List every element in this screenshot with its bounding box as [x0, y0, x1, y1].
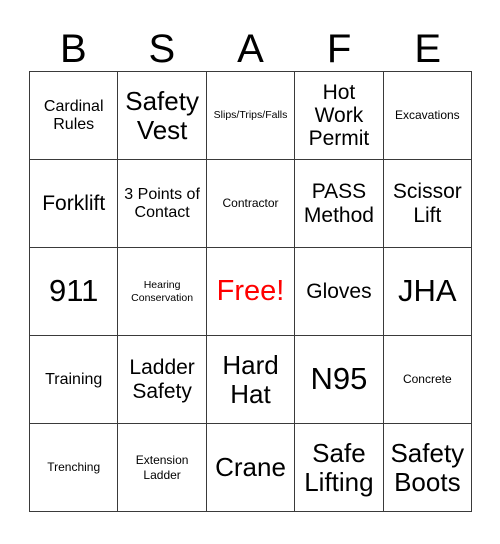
- bingo-cell[interactable]: Gloves: [295, 248, 384, 336]
- bingo-cell-label: Scissor Lift: [392, 180, 462, 227]
- bingo-cell-label: Crane: [215, 452, 286, 483]
- bingo-cell[interactable]: Concrete: [383, 336, 473, 424]
- bingo-cell-label: JHA: [398, 273, 457, 309]
- bingo-cell[interactable]: Training: [30, 336, 119, 424]
- bingo-cell[interactable]: Forklift: [30, 160, 119, 248]
- bingo-cell-label: Safety Boots: [390, 438, 465, 497]
- bingo-row: Trenching Extension Ladder Crane Safe Li…: [30, 424, 473, 512]
- bingo-cell-label: Safe Lifting: [304, 438, 374, 497]
- bingo-cell-label: N95: [310, 361, 368, 397]
- bingo-cell-label: Excavations: [394, 108, 460, 123]
- bingo-cell-label: Forklift: [42, 191, 106, 215]
- bingo-row: Cardinal Rules Safety Vest Slips/Trips/F…: [30, 72, 473, 160]
- bingo-cell[interactable]: Crane: [206, 424, 296, 512]
- bingo-cell-label: Extension Ladder: [135, 453, 189, 482]
- bingo-header-letter-f: F: [326, 27, 352, 71]
- bingo-cell-label: Ladder Safety: [129, 356, 195, 403]
- bingo-cell-label: Concrete: [402, 372, 452, 387]
- bingo-header-letter-e: E: [414, 27, 442, 71]
- bingo-cell-label: 911: [48, 273, 99, 309]
- bingo-cell[interactable]: PASS Method: [295, 160, 384, 248]
- bingo-cell[interactable]: Contractor: [206, 160, 296, 248]
- bingo-cell[interactable]: Hearing Conservation: [118, 248, 207, 336]
- bingo-row: Forklift 3 Points of Contact Contractor …: [30, 160, 473, 248]
- bingo-cell-label: Gloves: [306, 279, 372, 303]
- bingo-cell-label: Hot Work Permit: [308, 80, 370, 151]
- bingo-cell[interactable]: 3 Points of Contact: [118, 160, 207, 248]
- bingo-cell-label: Contractor: [222, 196, 279, 211]
- bingo-row: 911 Hearing Conservation Free! Gloves JH…: [30, 248, 473, 336]
- bingo-cell-label: PASS Method: [303, 180, 374, 227]
- bingo-cell-label: Training: [45, 370, 103, 388]
- bingo-cell[interactable]: Hard Hat: [206, 336, 296, 424]
- bingo-cell-label: Trenching: [47, 460, 101, 475]
- bingo-cell[interactable]: Hot Work Permit: [295, 72, 384, 160]
- bingo-cell[interactable]: JHA: [383, 248, 473, 336]
- bingo-card: B S A F E Cardinal Rules Safety Vest Sli…: [29, 18, 473, 512]
- bingo-header-letter-a: A: [237, 27, 264, 71]
- bingo-grid: Cardinal Rules Safety Vest Slips/Trips/F…: [29, 71, 473, 512]
- bingo-cell[interactable]: 911: [30, 248, 119, 336]
- bingo-header-row: B S A F E: [29, 18, 472, 71]
- bingo-header-letter-b: B: [59, 27, 87, 71]
- bingo-row: Training Ladder Safety Hard Hat N95 Conc…: [30, 336, 473, 424]
- bingo-cell-label: Hard Hat: [222, 350, 279, 409]
- bingo-cell[interactable]: Safety Boots: [383, 424, 473, 512]
- bingo-cell[interactable]: Excavations: [383, 72, 473, 160]
- bingo-cell-label: Hearing Conservation: [131, 279, 194, 304]
- bingo-header-letter-s: S: [148, 27, 176, 71]
- bingo-cell-label: 3 Points of Contact: [124, 185, 200, 221]
- bingo-cell-label: Slips/Trips/Falls: [213, 109, 288, 122]
- bingo-cell-label: Safety Vest: [125, 86, 199, 145]
- bingo-cell[interactable]: Cardinal Rules: [30, 72, 119, 160]
- bingo-cell[interactable]: Safety Vest: [118, 72, 207, 160]
- bingo-cell-label: Cardinal Rules: [43, 97, 104, 133]
- bingo-cell[interactable]: Ladder Safety: [118, 336, 207, 424]
- bingo-cell[interactable]: Scissor Lift: [383, 160, 473, 248]
- bingo-free-label: Free!: [216, 274, 285, 307]
- bingo-cell[interactable]: N95: [295, 336, 384, 424]
- bingo-cell[interactable]: Trenching: [30, 424, 119, 512]
- bingo-cell[interactable]: Safe Lifting: [295, 424, 384, 512]
- bingo-cell-free[interactable]: Free!: [206, 248, 296, 336]
- bingo-cell[interactable]: Extension Ladder: [118, 424, 207, 512]
- bingo-cell[interactable]: Slips/Trips/Falls: [206, 72, 296, 160]
